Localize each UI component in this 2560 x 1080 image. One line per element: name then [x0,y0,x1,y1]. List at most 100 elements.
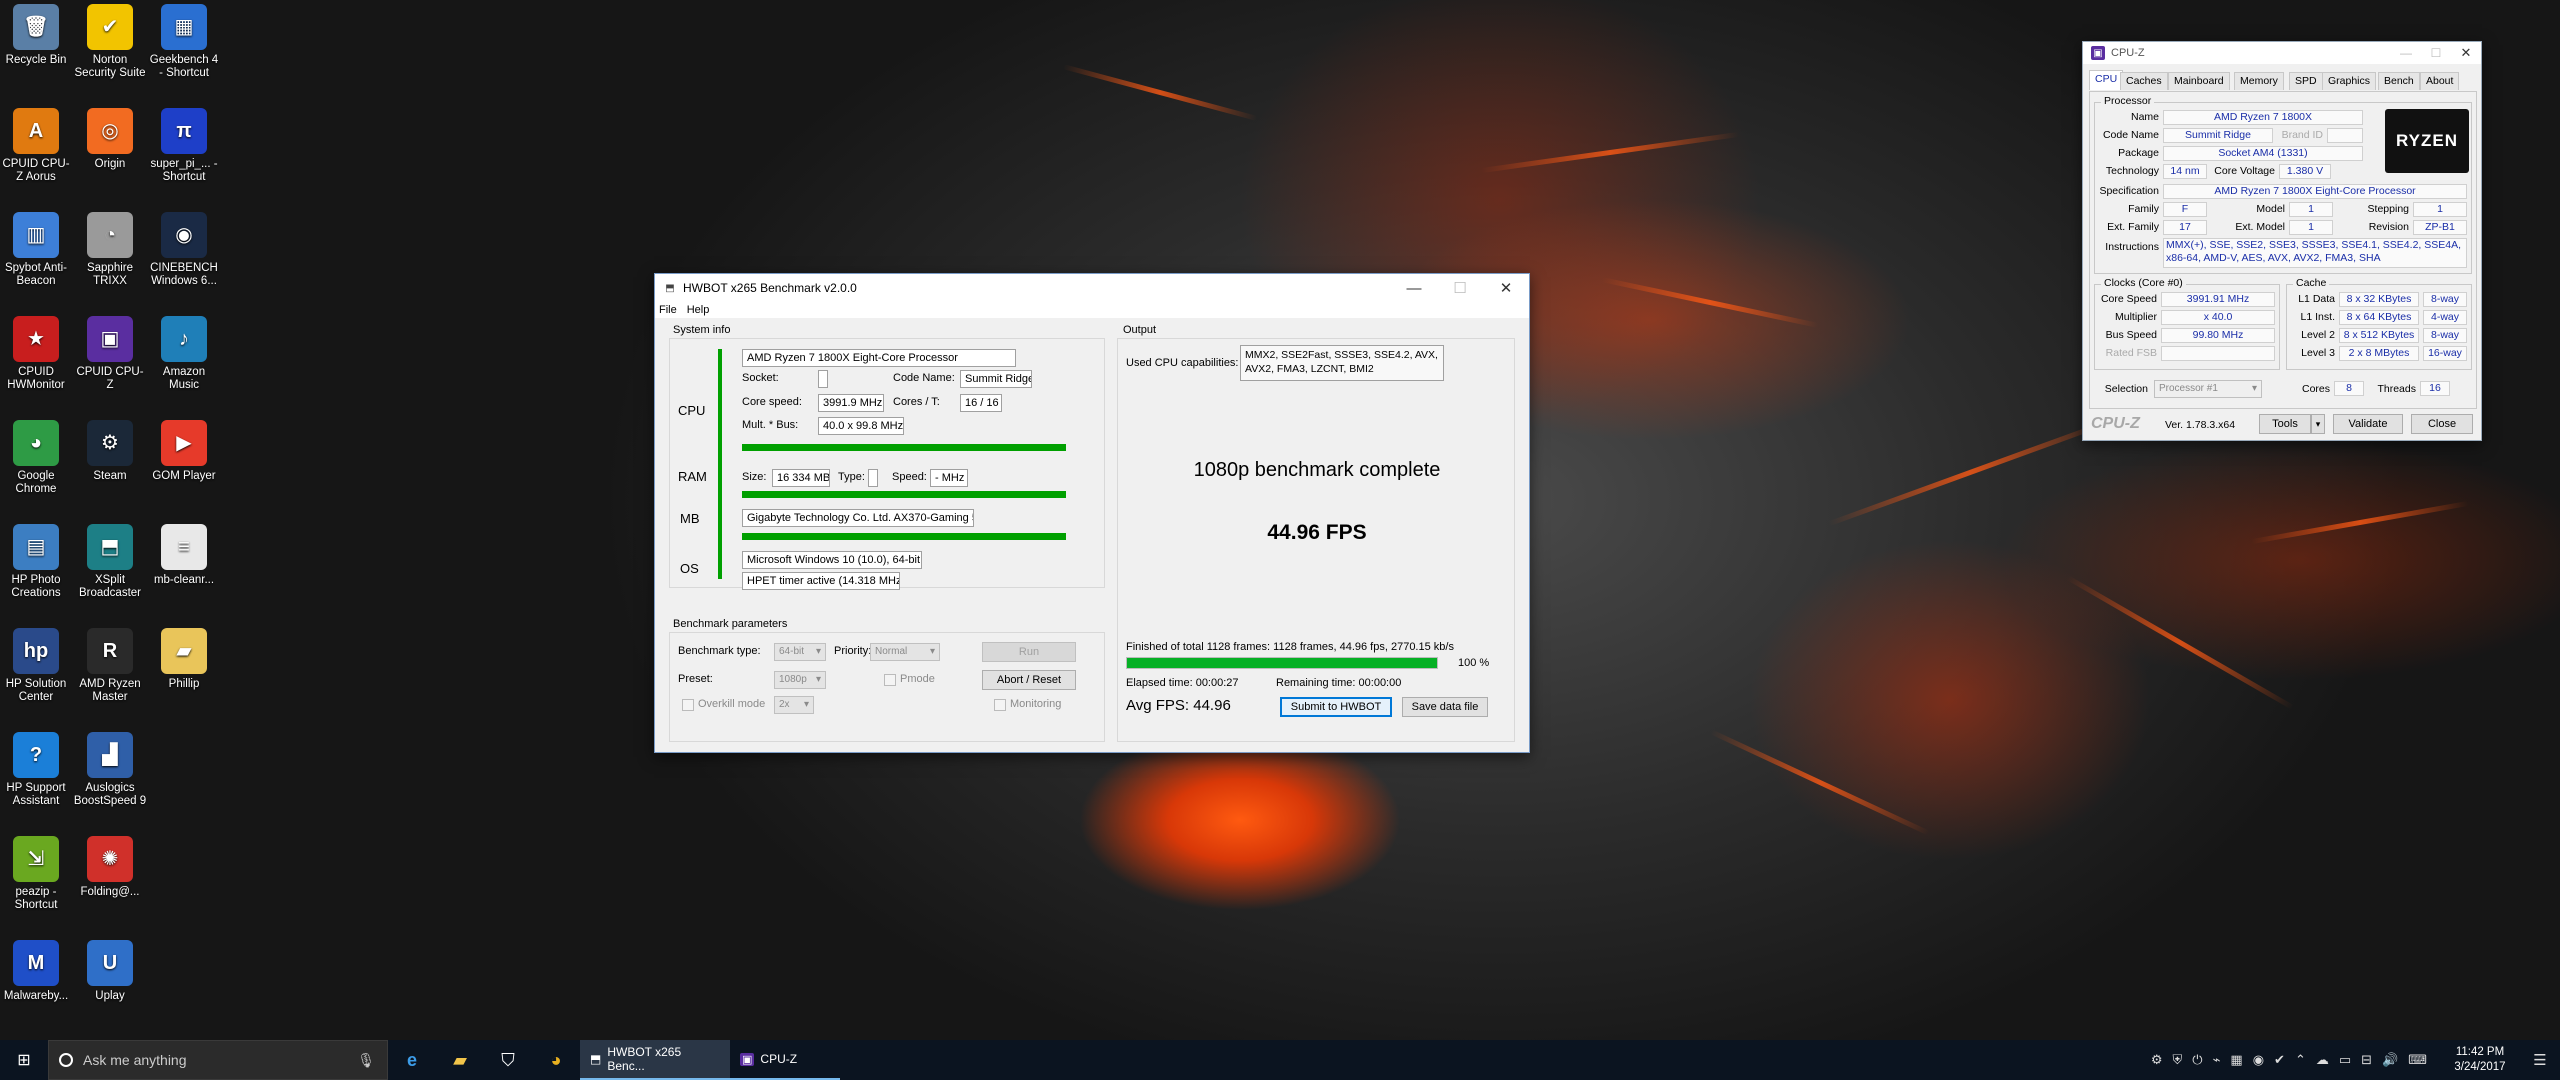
preset-select[interactable]: 1080p [774,671,826,689]
save-data-button[interactable]: Save data file [1402,697,1488,717]
maximize-icon[interactable]: ☐ [2421,42,2451,64]
desktop-icon[interactable]: 🗑 Recycle Bin [0,4,73,67]
desktop-icon[interactable]: ◉ CINEBENCH Windows 6... [147,212,221,288]
run-button[interactable]: Run [982,642,1076,662]
action-center-icon[interactable]: ☰ [2520,1051,2560,1069]
tray-chevron-up-icon[interactable]: ⌃ [2295,1052,2306,1068]
desktop-icon-label: GOM Player [152,470,216,482]
close-icon[interactable]: ✕ [2451,42,2481,64]
desktop-icon[interactable]: M Malwareby... [0,940,73,1003]
desktop-app-icon: ⚙ [87,420,133,466]
cpuz-tab-mainboard[interactable]: Mainboard [2168,72,2230,90]
tray-app-icon[interactable]: ⚙ [2151,1052,2163,1068]
desktop-icon[interactable]: U Uplay [73,940,147,1003]
desktop-icon[interactable]: ▤ HP Photo Creations [0,524,73,600]
taskbar-app-hwbot[interactable]: ⬒ HWBOT x265 Benc... [580,1040,730,1080]
desktop-icon[interactable]: ⬒ XSplit Broadcaster [73,524,147,600]
tools-dropdown-icon[interactable]: ▾ [2311,414,2325,434]
monitoring-checkbox[interactable] [994,699,1006,711]
microphone-icon[interactable]: 🎙 [357,1052,375,1069]
desktop-icon[interactable]: ✔ Norton Security Suite [73,4,147,80]
tray-power-icon[interactable]: ⏻ [2192,1052,2202,1068]
maximize-icon[interactable]: ☐ [1437,274,1483,302]
desktop-icon-label: Spybot Anti-Beacon [4,262,67,287]
hwbot-titlebar[interactable]: ⬒ HWBOT x265 Benchmark v2.0.0 — ☐ ✕ [655,274,1529,302]
tray-steam-icon[interactable]: ◉ [2253,1052,2264,1068]
cpuz-tab-memory[interactable]: Memory [2234,72,2284,90]
desktop-icon-label: Steam [93,470,127,482]
desktop-icon[interactable]: ▶ GOM Player [147,420,221,483]
tray-security-icon[interactable]: ✔ [2274,1052,2285,1068]
tray-keyboard-icon[interactable]: ⌨ [2408,1052,2427,1068]
desktop-icon[interactable]: ⇲ peazip - Shortcut [0,836,73,912]
desktop-icon[interactable]: hp HP Solution Center [0,628,73,704]
tray-network-icon[interactable]: ⊟ [2361,1052,2372,1068]
desktop-icon-label: AMD Ryzen Master [79,678,141,703]
desktop-icon[interactable]: ? HP Support Assistant [0,732,73,808]
tray-usb-icon[interactable]: ⌁ [2213,1052,2221,1068]
desktop-icon[interactable]: R AMD Ryzen Master [73,628,147,704]
desktop-icon[interactable]: A CPUID CPU-Z Aorus [0,108,73,184]
tray-cloud-icon[interactable]: ☁ [2316,1052,2329,1068]
tray-shield-icon[interactable]: ⛨ [2173,1052,2183,1068]
extfamily-label: Ext. Family [2107,221,2159,233]
desktop-icon[interactable]: ⚙ Steam [73,420,147,483]
chrome-icon[interactable]: ◕ [532,1040,580,1080]
cpuz-window: ▣ CPU-Z — ☐ ✕ CPU Caches Mainboard Memor… [2082,41,2482,441]
desktop-icon[interactable]: ◔ Sapphire TRIXX [73,212,147,288]
desktop-icon[interactable]: ✺ Folding@... [73,836,147,899]
store-icon[interactable]: ⛉ [484,1040,532,1080]
priority-select[interactable]: Normal [870,643,940,661]
windows-start-icon[interactable]: ⊞ [0,1040,48,1080]
cpuz-tab-graphics[interactable]: Graphics [2322,72,2377,90]
technology-label: Technology [2105,165,2159,177]
taskbar-app-cpuz[interactable]: ▣ CPU-Z [730,1040,840,1080]
menu-file[interactable]: File [659,302,677,318]
preset-label: Preset: [678,673,713,685]
validate-button[interactable]: Validate [2333,414,2403,434]
tray-display-icon[interactable]: ▭ [2339,1052,2351,1068]
cpuz-tab-bench[interactable]: Bench [2378,72,2420,90]
close-icon[interactable]: ✕ [1483,274,1529,302]
tools-button[interactable]: Tools [2259,414,2311,434]
cpuz-tab-about[interactable]: About [2420,72,2460,90]
desktop-icon[interactable]: ▦ Geekbench 4 - Shortcut [147,4,221,80]
cpuz-tab-spd[interactable]: SPD [2289,72,2323,90]
desktop-app-icon: ◔ [87,212,133,258]
extfamily-value: 17 [2163,220,2207,235]
desktop-icon[interactable]: ♪ Amazon Music [147,316,221,392]
overkill-checkbox[interactable] [682,699,694,711]
bench-type-select[interactable]: 64-bit [774,643,826,661]
overkill-select[interactable]: 2x [774,696,814,714]
close-button[interactable]: Close [2411,414,2473,434]
desktop-icon[interactable]: ≡ mb-cleanr... [147,524,221,587]
mb-separator [742,533,1066,540]
technology-value: 14 nm [2163,164,2207,179]
file-explorer-icon[interactable]: ▰ [436,1040,484,1080]
desktop-app-icon: M [13,940,59,986]
desktop-icon-label: peazip - Shortcut [14,886,58,911]
selection-select[interactable]: Processor #1 [2154,380,2262,398]
desktop-icon[interactable]: ▣ CPUID CPU-Z [73,316,147,392]
desktop-icon[interactable]: ★ CPUID HWMonitor [0,316,73,392]
cpuz-tab-caches[interactable]: Caches [2120,72,2168,90]
abort-reset-button[interactable]: Abort / Reset [982,670,1076,690]
desktop-icon[interactable]: ◎ Origin [73,108,147,171]
minimize-icon[interactable]: — [1391,274,1437,302]
desktop-icon[interactable]: π super_pi_... - Shortcut [147,108,221,184]
edge-icon[interactable]: e [388,1040,436,1080]
cpuz-titlebar[interactable]: ▣ CPU-Z — ☐ ✕ [2083,42,2481,64]
cortana-search-box[interactable]: Ask me anything 🎙 [48,1040,388,1080]
desktop-icon[interactable]: ▥ Spybot Anti-Beacon [0,212,73,288]
menu-help[interactable]: Help [687,302,710,318]
submit-hwbot-button[interactable]: Submit to HWBOT [1280,697,1392,717]
clock[interactable]: 11:42 PM 3/24/2017 [2440,1045,2520,1075]
desktop-icon[interactable]: ▰ Phillip [147,628,221,691]
desktop-icon[interactable]: ▟ Auslogics BoostSpeed 9 [73,732,147,808]
cpuz-tab-cpu[interactable]: CPU [2089,70,2124,90]
tray-volume-icon[interactable]: 🔊 [2382,1052,2398,1068]
tray-gpu-icon[interactable]: ▦ [2230,1052,2242,1068]
pmode-checkbox[interactable] [884,674,896,686]
desktop-icon[interactable]: ◕ Google Chrome [0,420,73,496]
minimize-icon[interactable]: — [2391,42,2421,64]
